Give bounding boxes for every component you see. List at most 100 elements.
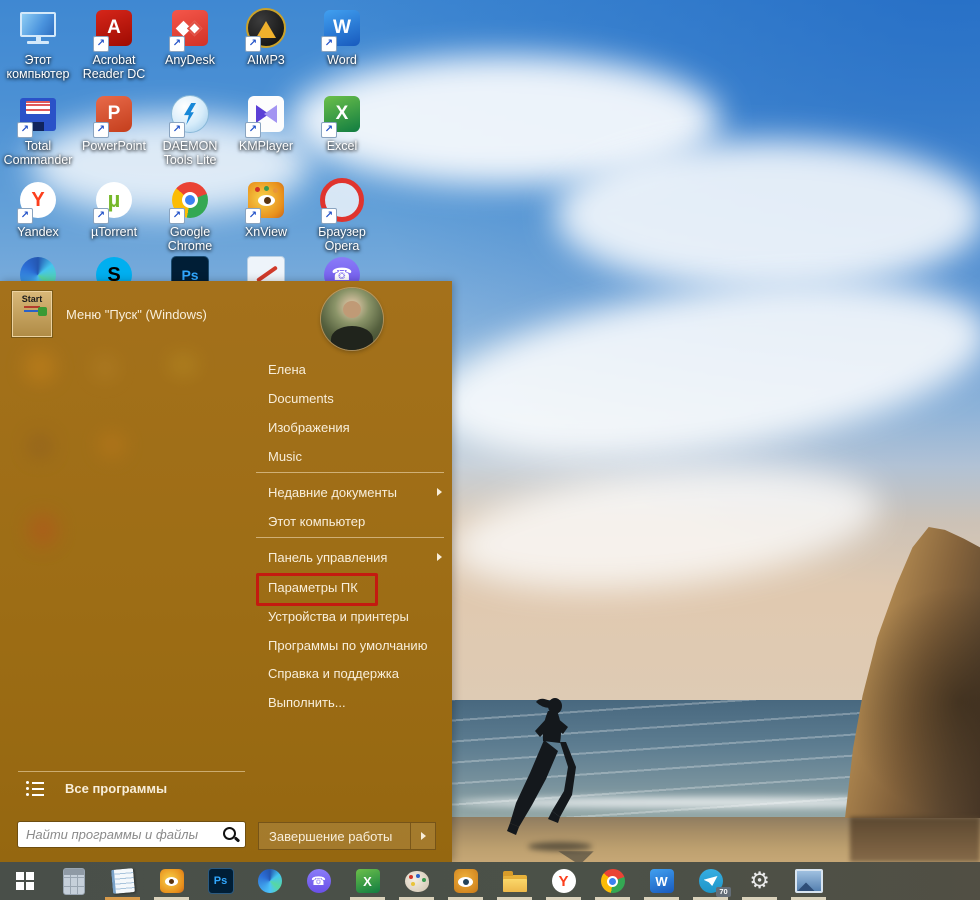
start-menu: Start Меню "Пуск" (Windows) Все программ… [0,281,452,862]
shutdown-options-arrow[interactable] [411,832,435,840]
anydesk-icon [167,6,213,52]
desktop-icon-opera[interactable]: Браузер Opera [304,178,380,253]
taskbar-yandex-browser[interactable]: Y [539,862,588,900]
menu-item-run[interactable]: Выполнить... [268,691,346,713]
desktop-icon-total-commander[interactable]: Total Commander [0,92,76,167]
gear-icon: ⚙ [749,867,770,894]
shutdown-button[interactable]: Завершение работы [258,822,436,850]
desktop-icon-aimp3[interactable]: AIMP3 [228,6,304,67]
menu-item-this-pc[interactable]: Этот компьютер [268,510,365,532]
menu-item-help-support[interactable]: Справка и поддержка [268,662,399,684]
taskbar-file-explorer[interactable] [490,862,539,900]
taskbar-edge[interactable] [245,862,294,900]
menu-item-recent-documents[interactable]: Недавние документы [268,481,397,503]
desktop-icon-anydesk[interactable]: AnyDesk [152,6,228,67]
desktop-icon-xnview[interactable]: XnView [228,178,304,239]
desktop-icon-acrobat[interactable]: A Acrobat Reader DC [76,6,152,81]
taskbar-xnview[interactable] [147,862,196,900]
cloud [555,140,980,290]
all-programs-list-icon [26,781,44,796]
shortcut-arrow-icon [93,208,109,224]
total-commander-icon [15,92,61,138]
ghost-blob [24,351,56,383]
desktop-icon-daemon-tools[interactable]: DAEMON Tools Lite [152,92,228,167]
taskbar-image-viewer[interactable] [441,862,490,900]
start-search-box[interactable] [18,822,245,847]
divider [18,771,245,772]
taskbar-telegram[interactable]: 70 [686,862,735,900]
yandex-icon: Y [15,178,61,224]
notification-badge: 70 [716,887,731,897]
shortcut-arrow-icon [321,208,337,224]
menu-item-control-panel[interactable]: Панель управления [268,546,387,568]
shortcut-arrow-icon [245,122,261,138]
menu-item-documents[interactable]: Documents [268,387,334,409]
taskbar-word[interactable]: W [637,862,686,900]
desktop-icon-powerpoint[interactable]: P PowerPoint [76,92,152,153]
taskbar-chrome[interactable] [588,862,637,900]
kmplayer-icon [243,92,289,138]
desktop: Этот компьютер A Acrobat Reader DC AnyDe… [0,0,980,900]
ghost-blob [28,433,52,459]
divider [256,537,444,538]
menu-item-default-programs[interactable]: Программы по умолчанию [268,634,427,656]
menu-item-pictures[interactable]: Изображения [268,416,350,438]
daemon-tools-icon [167,92,213,138]
taskbar-notepad[interactable] [98,862,147,900]
ghost-blob [168,353,198,377]
this-pc-icon [15,6,61,50]
acrobat-icon: A [91,6,137,52]
search-icon[interactable] [220,824,242,846]
shortcut-arrow-icon [245,36,261,52]
menu-item-user-name[interactable]: Елена [268,358,306,380]
taskbar-start-button[interactable] [0,862,49,900]
desktop-icon-yandex[interactable]: Y Yandex [0,178,76,239]
taskbar: Ps ☎ X Y W 70 ⚙ [0,862,980,900]
photos-icon [794,869,823,893]
wallpaper-rock-reflection [850,817,980,862]
opera-icon [319,178,365,224]
shortcut-arrow-icon [93,36,109,52]
word-icon: W [319,6,365,52]
shortcut-arrow-icon [169,36,185,52]
taskbar-paint[interactable] [392,862,441,900]
user-avatar[interactable] [321,288,383,350]
taskbar-settings[interactable]: ⚙ [735,862,784,900]
menu-item-music[interactable]: Music [268,445,302,467]
taskbar-photoshop[interactable]: Ps [196,862,245,900]
wallpaper-jogger-silhouette [507,698,576,835]
desktop-icon-excel[interactable]: X Excel [304,92,380,153]
taskbar-excel[interactable]: X [343,862,392,900]
chrome-icon [600,869,625,893]
ghost-blob [92,355,118,381]
desktop-icon-this-pc[interactable]: Этот компьютер [0,6,76,81]
taskbar-viber[interactable]: ☎ [294,862,343,900]
desktop-icon-chrome[interactable]: Google Chrome [152,178,228,253]
folder-icon [502,871,527,892]
start-shortcut-tile-icon: Start [12,291,52,337]
all-programs-label: Все программы [65,781,168,796]
menu-item-devices-printers[interactable]: Устройства и принтеры [268,605,409,627]
start-menu-pinned-item[interactable]: Start Меню "Пуск" (Windows) [12,291,207,337]
shortcut-arrow-icon [321,36,337,52]
desktop-icon-utorrent[interactable]: µ µTorrent [76,178,152,239]
ghost-blob [98,431,126,459]
aimp3-icon [243,6,289,52]
word-icon: W [649,869,674,893]
taskbar-photos[interactable] [784,862,833,900]
xnview-icon [243,178,289,224]
shortcut-arrow-icon [17,208,33,224]
annotation-highlight-box [256,573,378,606]
divider [256,472,444,473]
yandex-icon: Y [551,869,576,893]
all-programs-item[interactable]: Все программы [26,781,167,796]
edge-icon [257,869,282,893]
desktop-icon-word[interactable]: W Word [304,6,380,67]
taskbar-calculator[interactable] [49,862,98,900]
submenu-arrow-icon [420,832,426,840]
calculator-icon [62,867,85,895]
desktop-icon-kmplayer[interactable]: KMPlayer [228,92,304,153]
windows-logo-icon [15,872,24,880]
shortcut-arrow-icon [93,122,109,138]
search-input[interactable] [18,827,220,842]
